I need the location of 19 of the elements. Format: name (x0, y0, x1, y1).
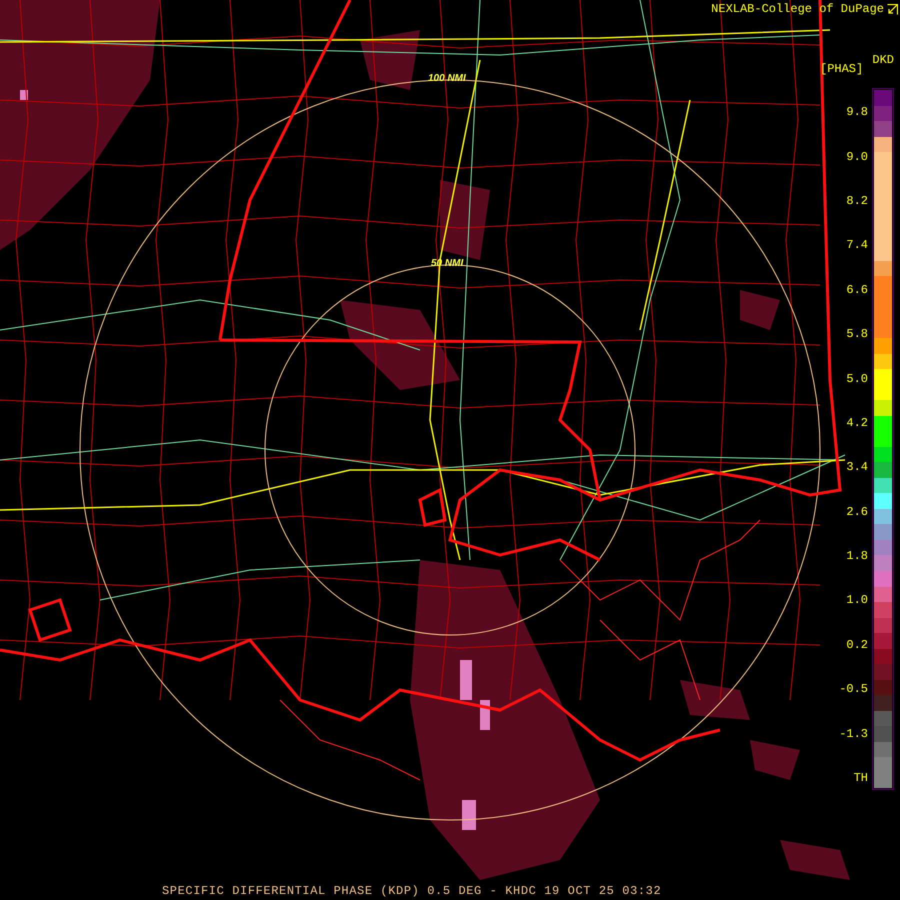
legend-value: -1.3 (838, 726, 868, 743)
legend-value: 5.0 (845, 370, 868, 388)
legend-value: 3.4 (845, 459, 868, 476)
legend-value: 7.4 (845, 237, 868, 254)
legend-value: -0.5 (838, 681, 868, 698)
product-caption: SPECIFIC DIFFERENTIAL PHASE (KDP) 0.5 DEG - KHDC 19 OCT 25 03:32 (162, 885, 662, 897)
legend-value: 8.2 (845, 192, 868, 210)
legend-value: 1.0 (845, 592, 868, 610)
legend-value: 2.6 (845, 504, 868, 521)
legend-value: 6.6 (845, 282, 868, 299)
legend-value: 4.2 (845, 414, 868, 432)
legend-value: 9.8 (845, 104, 868, 122)
legend-value: 1.8 (845, 548, 868, 566)
product-code: DKD (872, 54, 894, 66)
legend-value: 0.2 (845, 636, 868, 654)
legend-value: TH (852, 770, 868, 788)
external-link-icon (887, 4, 898, 14)
legend-value: 5.8 (845, 326, 868, 344)
legend-value: 9.0 (845, 148, 868, 166)
